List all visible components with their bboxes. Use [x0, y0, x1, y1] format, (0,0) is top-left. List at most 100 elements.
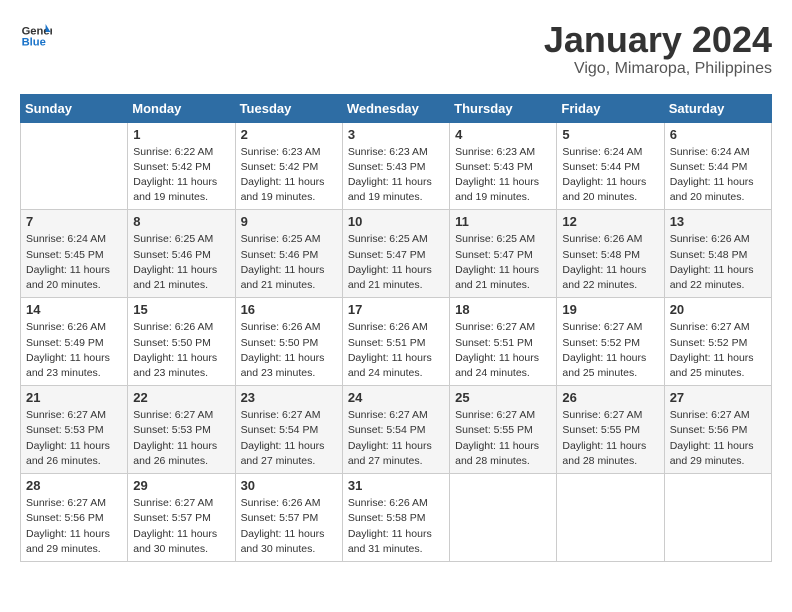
calendar-subtitle: Vigo, Mimaropa, Philippines — [544, 60, 772, 78]
day-number: 15 — [133, 302, 229, 317]
day-number: 27 — [670, 390, 766, 405]
day-number: 26 — [562, 390, 658, 405]
title-block: January 2024 Vigo, Mimaropa, Philippines — [544, 20, 772, 78]
calendar-week-row: 28Sunrise: 6:27 AMSunset: 5:56 PMDayligh… — [21, 474, 772, 562]
calendar-cell: 3 Sunrise: 6:23 AMSunset: 5:43 PMDaylight… — [342, 122, 449, 210]
day-number: 16 — [241, 302, 337, 317]
calendar-cell: 24 Sunrise: 6:27 AMSunset: 5:54 PMDayligh… — [342, 386, 449, 474]
day-number: 30 — [241, 478, 337, 493]
day-number: 29 — [133, 478, 229, 493]
day-number: 23 — [241, 390, 337, 405]
day-info: Sunrise: 6:27 AMSunset: 5:54 PMDaylight:… — [348, 408, 444, 469]
day-info: Sunrise: 6:23 AMSunset: 5:43 PMDaylight:… — [455, 145, 551, 206]
calendar-week-row: 14Sunrise: 6:26 AMSunset: 5:49 PMDayligh… — [21, 298, 772, 386]
day-info: Sunrise: 6:26 AMSunset: 5:50 PMDaylight:… — [133, 320, 229, 381]
day-info: Sunrise: 6:26 AMSunset: 5:48 PMDaylight:… — [562, 232, 658, 293]
day-info: Sunrise: 6:24 AMSunset: 5:44 PMDaylight:… — [562, 145, 658, 206]
day-number: 31 — [348, 478, 444, 493]
header-monday: Monday — [128, 94, 235, 122]
calendar-cell: 30Sunrise: 6:26 AMSunset: 5:57 PMDayligh… — [235, 474, 342, 562]
day-number: 24 — [348, 390, 444, 405]
day-info: Sunrise: 6:27 AMSunset: 5:54 PMDaylight:… — [241, 408, 337, 469]
calendar-week-row: 21 Sunrise: 6:27 AMSunset: 5:53 PMDayligh… — [21, 386, 772, 474]
day-number: 25 — [455, 390, 551, 405]
day-info: Sunrise: 6:27 AMSunset: 5:52 PMDaylight:… — [670, 320, 766, 381]
calendar-cell: 28Sunrise: 6:27 AMSunset: 5:56 PMDayligh… — [21, 474, 128, 562]
day-number: 28 — [26, 478, 122, 493]
calendar-cell: 12 Sunrise: 6:26 AMSunset: 5:48 PMDayligh… — [557, 210, 664, 298]
header-friday: Friday — [557, 94, 664, 122]
calendar-cell: 6 Sunrise: 6:24 AMSunset: 5:44 PMDaylight… — [664, 122, 771, 210]
day-info: Sunrise: 6:27 AMSunset: 5:53 PMDaylight:… — [133, 408, 229, 469]
day-number: 7 — [26, 214, 122, 229]
calendar-cell: 5Sunrise: 6:24 AMSunset: 5:44 PMDaylight… — [557, 122, 664, 210]
calendar-cell: 10 Sunrise: 6:25 AMSunset: 5:47 PMDayligh… — [342, 210, 449, 298]
day-number: 9 — [241, 214, 337, 229]
day-info: Sunrise: 6:23 AMSunset: 5:43 PMDaylight:… — [348, 145, 444, 206]
calendar-cell: 31 Sunrise: 6:26 AMSunset: 5:58 PMDayligh… — [342, 474, 449, 562]
day-info: Sunrise: 6:27 AMSunset: 5:56 PMDaylight:… — [670, 408, 766, 469]
calendar-cell: 13 Sunrise: 6:26 AMSunset: 5:48 PMDayligh… — [664, 210, 771, 298]
calendar-cell: 22 Sunrise: 6:27 AMSunset: 5:53 PMDayligh… — [128, 386, 235, 474]
day-info: Sunrise: 6:26 AMSunset: 5:58 PMDaylight:… — [348, 496, 444, 557]
logo-icon: General Blue — [20, 20, 52, 52]
day-info: Sunrise: 6:27 AMSunset: 5:51 PMDaylight:… — [455, 320, 551, 381]
day-number: 21 — [26, 390, 122, 405]
calendar-header-row: SundayMondayTuesdayWednesdayThursdayFrid… — [21, 94, 772, 122]
calendar-cell: 11 Sunrise: 6:25 AMSunset: 5:47 PMDayligh… — [450, 210, 557, 298]
day-number: 12 — [562, 214, 658, 229]
day-info: Sunrise: 6:25 AMSunset: 5:47 PMDaylight:… — [348, 232, 444, 293]
page-header: General Blue January 2024 Vigo, Mimaropa… — [20, 20, 772, 78]
day-number: 4 — [455, 127, 551, 142]
header-wednesday: Wednesday — [342, 94, 449, 122]
calendar-cell: 17 Sunrise: 6:26 AMSunset: 5:51 PMDayligh… — [342, 298, 449, 386]
calendar-cell — [450, 474, 557, 562]
day-info: Sunrise: 6:25 AMSunset: 5:46 PMDaylight:… — [241, 232, 337, 293]
calendar-table: SundayMondayTuesdayWednesdayThursdayFrid… — [20, 94, 772, 562]
calendar-cell: 21Sunrise: 6:27 AMSunset: 5:53 PMDayligh… — [21, 386, 128, 474]
day-info: Sunrise: 6:25 AMSunset: 5:46 PMDaylight:… — [133, 232, 229, 293]
day-info: Sunrise: 6:27 AMSunset: 5:57 PMDaylight:… — [133, 496, 229, 557]
day-info: Sunrise: 6:24 AMSunset: 5:44 PMDaylight:… — [670, 145, 766, 206]
day-info: Sunrise: 6:23 AMSunset: 5:42 PMDaylight:… — [241, 145, 337, 206]
day-number: 17 — [348, 302, 444, 317]
day-number: 2 — [241, 127, 337, 142]
calendar-cell: 4 Sunrise: 6:23 AMSunset: 5:43 PMDaylight… — [450, 122, 557, 210]
header-tuesday: Tuesday — [235, 94, 342, 122]
calendar-cell: 8 Sunrise: 6:25 AMSunset: 5:46 PMDaylight… — [128, 210, 235, 298]
calendar-cell: 2 Sunrise: 6:23 AMSunset: 5:42 PMDaylight… — [235, 122, 342, 210]
day-info: Sunrise: 6:26 AMSunset: 5:50 PMDaylight:… — [241, 320, 337, 381]
day-info: Sunrise: 6:25 AMSunset: 5:47 PMDaylight:… — [455, 232, 551, 293]
day-info: Sunrise: 6:27 AMSunset: 5:55 PMDaylight:… — [455, 408, 551, 469]
calendar-cell: 25 Sunrise: 6:27 AMSunset: 5:55 PMDayligh… — [450, 386, 557, 474]
logo: General Blue — [20, 20, 52, 52]
day-number: 8 — [133, 214, 229, 229]
day-number: 6 — [670, 127, 766, 142]
day-info: Sunrise: 6:22 AMSunset: 5:42 PMDaylight:… — [133, 145, 229, 206]
header-sunday: Sunday — [21, 94, 128, 122]
day-number: 18 — [455, 302, 551, 317]
header-thursday: Thursday — [450, 94, 557, 122]
calendar-cell: 16 Sunrise: 6:26 AMSunset: 5:50 PMDayligh… — [235, 298, 342, 386]
calendar-cell: 7 Sunrise: 6:24 AMSunset: 5:45 PMDaylight… — [21, 210, 128, 298]
day-number: 19 — [562, 302, 658, 317]
day-info: Sunrise: 6:26 AMSunset: 5:49 PMDaylight:… — [26, 320, 122, 381]
day-info: Sunrise: 6:26 AMSunset: 5:48 PMDaylight:… — [670, 232, 766, 293]
day-number: 20 — [670, 302, 766, 317]
svg-text:Blue: Blue — [22, 37, 46, 49]
day-number: 13 — [670, 214, 766, 229]
calendar-week-row: 1Sunrise: 6:22 AMSunset: 5:42 PMDaylight… — [21, 122, 772, 210]
day-number: 11 — [455, 214, 551, 229]
calendar-cell: 19Sunrise: 6:27 AMSunset: 5:52 PMDayligh… — [557, 298, 664, 386]
calendar-cell — [557, 474, 664, 562]
calendar-cell: 15 Sunrise: 6:26 AMSunset: 5:50 PMDayligh… — [128, 298, 235, 386]
calendar-cell: 14Sunrise: 6:26 AMSunset: 5:49 PMDayligh… — [21, 298, 128, 386]
day-info: Sunrise: 6:24 AMSunset: 5:45 PMDaylight:… — [26, 232, 122, 293]
day-number: 22 — [133, 390, 229, 405]
day-number: 3 — [348, 127, 444, 142]
calendar-cell: 20 Sunrise: 6:27 AMSunset: 5:52 PMDayligh… — [664, 298, 771, 386]
day-number: 10 — [348, 214, 444, 229]
calendar-cell: 18 Sunrise: 6:27 AMSunset: 5:51 PMDayligh… — [450, 298, 557, 386]
calendar-cell: 26Sunrise: 6:27 AMSunset: 5:55 PMDayligh… — [557, 386, 664, 474]
day-info: Sunrise: 6:26 AMSunset: 5:51 PMDaylight:… — [348, 320, 444, 381]
